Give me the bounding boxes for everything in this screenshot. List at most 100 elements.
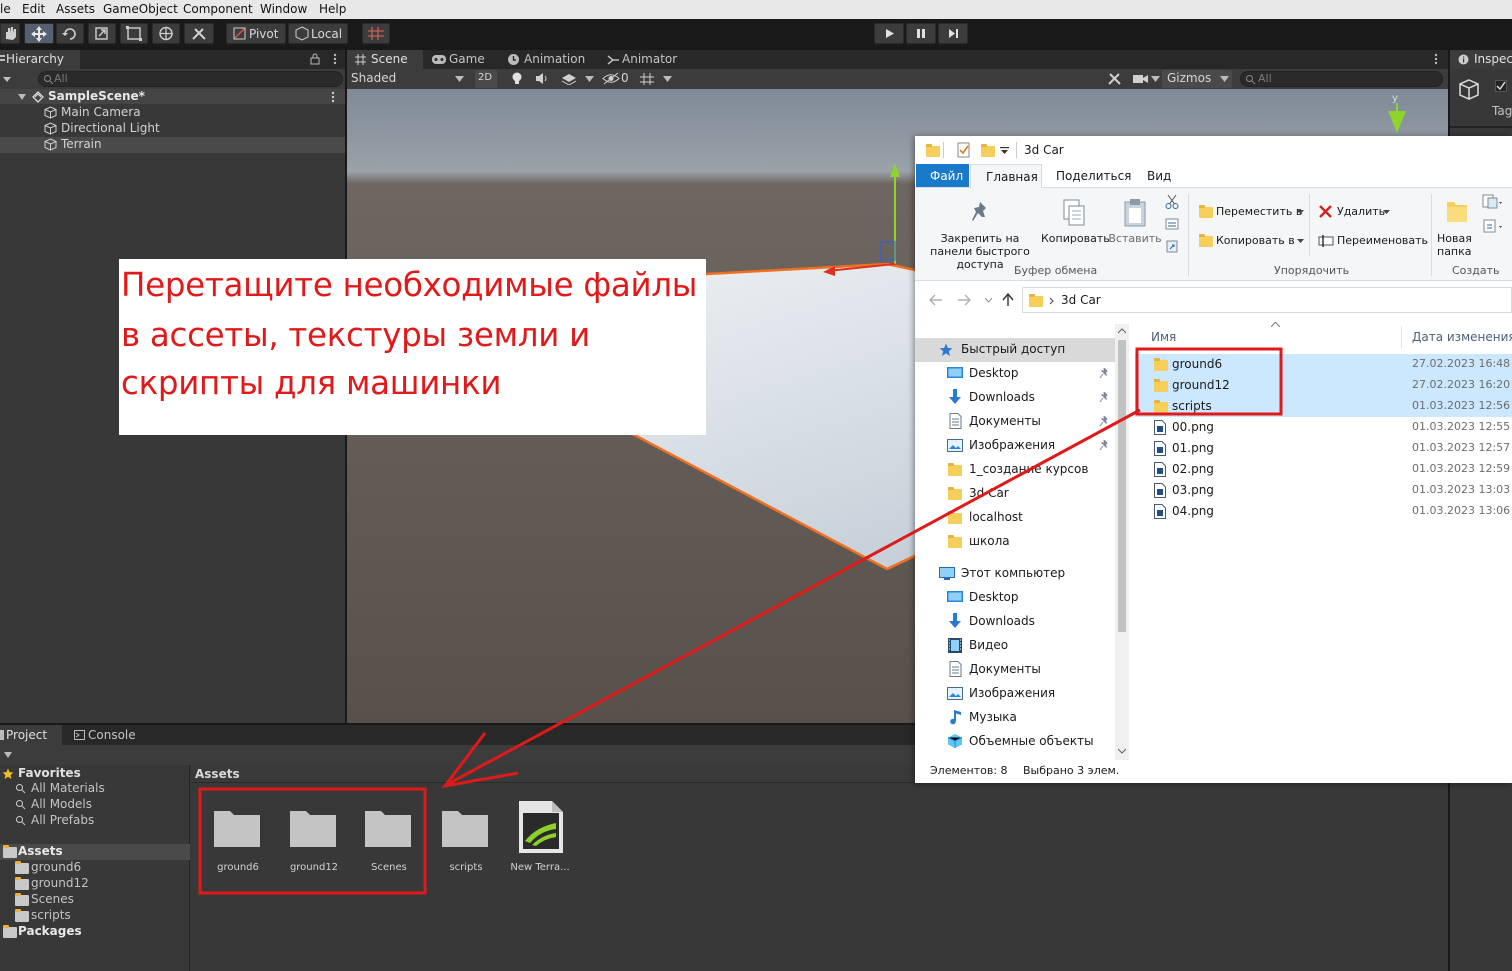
menu-component[interactable]: Component <box>183 2 253 16</box>
tab-game[interactable]: Game <box>429 50 499 69</box>
favorite-item-all-prefabs[interactable]: All Prefabs <box>0 813 190 829</box>
file-row-01png[interactable]: 01.png 01.03.2023 12:57 <box>1135 438 1512 459</box>
breadcrumb-assets[interactable]: Assets <box>195 767 240 781</box>
create-dropdown-icon[interactable] <box>2 751 14 759</box>
nav-quick-pictures[interactable]: Изображения <box>915 434 1115 458</box>
tree-item-scripts[interactable]: scripts <box>0 908 190 924</box>
rotate-tool-button[interactable] <box>56 23 84 44</box>
effects-dropdown-icon[interactable] <box>585 76 594 82</box>
nav-scrollbar[interactable] <box>1115 324 1129 760</box>
ribbon-tab-home[interactable]: Главная <box>970 164 1042 188</box>
active-checkbox[interactable] <box>1495 80 1507 92</box>
tab-scene[interactable]: Scene <box>347 50 423 69</box>
nav-quick-desktop[interactable]: Desktop <box>915 362 1115 386</box>
transform-tool-button[interactable] <box>152 23 180 44</box>
nav-quick-courses[interactable]: 1_создание курсов <box>915 458 1115 482</box>
nav-quick-localhost[interactable]: localhost <box>915 506 1115 530</box>
rect-tool-button[interactable] <box>120 23 148 44</box>
file-row-ground12[interactable]: ground12 27.02.2023 16:20 <box>1135 375 1512 396</box>
nav-quick-documents[interactable]: Документы <box>915 410 1115 434</box>
tab-animation[interactable]: Animation <box>507 50 602 69</box>
hierarchy-item-terrain[interactable]: Terrain <box>0 137 345 153</box>
nav-quick-downloads[interactable]: Downloads <box>915 386 1115 410</box>
menu-help[interactable]: Help <box>319 2 346 16</box>
create-dropdown-icon[interactable] <box>2 74 16 84</box>
more-options-icon[interactable] <box>332 53 338 65</box>
asset-terrain-data[interactable]: New Terra... <box>508 799 572 877</box>
nav-pc-desktop[interactable]: Desktop <box>915 586 1115 610</box>
file-row-04png[interactable]: 04.png 01.03.2023 13:06 <box>1135 501 1512 522</box>
file-row-03png[interactable]: 03.png 01.03.2023 13:03 <box>1135 480 1512 501</box>
tools-settings-icon[interactable] <box>1107 72 1122 86</box>
menu-assets[interactable]: Assets <box>56 2 95 16</box>
new-item-icon[interactable] <box>1482 194 1502 210</box>
pivot-toggle[interactable]: Pivot <box>226 23 286 44</box>
forward-arrow-icon[interactable] <box>957 294 971 306</box>
camera-icon[interactable] <box>1133 73 1149 85</box>
scroll-up-icon[interactable] <box>1118 328 1126 334</box>
local-toggle[interactable]: Local <box>288 23 348 44</box>
shading-mode-dropdown[interactable]: Shaded <box>349 70 467 88</box>
pin-quick-access-button[interactable]: Закрепить на панели быстрого доступа <box>919 196 1041 271</box>
audio-icon[interactable] <box>535 72 549 85</box>
up-arrow-icon[interactable] <box>1002 293 1014 307</box>
hierarchy-scene-row[interactable]: SampleScene* <box>0 89 345 104</box>
nav-this-pc[interactable]: Этот компьютер <box>915 562 1115 586</box>
copy-button[interactable]: Копировать <box>1041 196 1110 260</box>
lightbulb-icon[interactable] <box>510 71 524 86</box>
paste-shortcut-icon[interactable] <box>1166 239 1178 253</box>
asset-folder-ground6[interactable]: ground6 <box>208 805 268 877</box>
hidden-objects-icon[interactable] <box>602 72 620 85</box>
toggle-2d-button[interactable]: 2D <box>475 70 497 88</box>
menu-file[interactable]: le <box>0 2 11 16</box>
asset-folder-scenes[interactable]: Scenes <box>359 805 419 877</box>
hierarchy-search-input[interactable]: All <box>38 71 343 87</box>
tree-item-scenes[interactable]: Scenes <box>0 892 190 908</box>
nav-quick-school[interactable]: школа <box>915 530 1115 554</box>
file-row-scripts[interactable]: scripts 01.03.2023 12:56 <box>1135 396 1512 417</box>
nav-quick-3dcar[interactable]: 3d Car <box>915 482 1115 506</box>
properties-icon[interactable] <box>957 142 971 158</box>
address-bar[interactable]: 3d Car <box>1022 287 1512 313</box>
move-to-button[interactable]: Переместить в <box>1195 202 1305 222</box>
custom-tool-button[interactable] <box>184 23 214 44</box>
new-folder-quick-icon[interactable] <box>981 144 995 157</box>
tree-item-ground12[interactable]: ground12 <box>0 876 190 892</box>
expand-arrow-icon[interactable] <box>17 92 27 102</box>
nav-pc-documents[interactable]: Документы <box>915 658 1115 682</box>
scene-search-input[interactable]: All <box>1240 71 1443 87</box>
camera-dropdown-icon[interactable] <box>1151 76 1160 82</box>
nav-quick-access[interactable]: Быстрый доступ <box>915 338 1115 362</box>
grid-visibility-icon[interactable] <box>639 72 655 86</box>
ribbon-tab-file[interactable]: Файл <box>916 164 969 187</box>
favorites-label[interactable]: Favorites <box>18 766 81 780</box>
tab-console[interactable]: Console <box>72 725 142 745</box>
hierarchy-item-main-camera[interactable]: Main Camera <box>0 105 345 121</box>
nav-pc-pictures[interactable]: Изображения <box>915 682 1115 706</box>
grid-dropdown-icon[interactable] <box>663 76 672 82</box>
grid-snap-button[interactable] <box>362 23 390 44</box>
tab-project[interactable]: Project <box>0 725 62 745</box>
move-tool-button[interactable] <box>24 23 54 44</box>
tree-item-ground6[interactable]: ground6 <box>0 860 190 876</box>
play-button[interactable] <box>874 23 904 44</box>
menu-edit[interactable]: Edit <box>22 2 45 16</box>
nav-pc-3d-objects[interactable]: Объемные объекты <box>915 730 1115 754</box>
ribbon-tab-view[interactable]: Вид <box>1137 164 1177 187</box>
back-arrow-icon[interactable] <box>929 294 943 306</box>
lock-icon[interactable] <box>310 53 320 65</box>
scene-options-icon[interactable] <box>330 91 336 103</box>
column-header-date[interactable]: Дата изменения <box>1402 326 1512 346</box>
scroll-down-icon[interactable] <box>1118 748 1126 754</box>
easy-access-icon[interactable] <box>1482 218 1502 234</box>
effects-icon[interactable] <box>561 72 577 85</box>
paste-button[interactable]: Вставить <box>1105 196 1165 260</box>
hand-tool-button[interactable] <box>0 23 20 44</box>
favorite-item-all-materials[interactable]: All Materials <box>0 781 190 797</box>
nav-pc-videos[interactable]: Видео <box>915 634 1115 658</box>
delete-button[interactable]: Удалить <box>1315 202 1395 222</box>
rename-button[interactable]: Переименовать <box>1315 231 1428 251</box>
nav-pc-downloads[interactable]: Downloads <box>915 610 1115 634</box>
column-header-name[interactable]: Имя <box>1129 326 1409 346</box>
gizmos-dropdown[interactable]: Gizmos <box>1162 70 1232 88</box>
